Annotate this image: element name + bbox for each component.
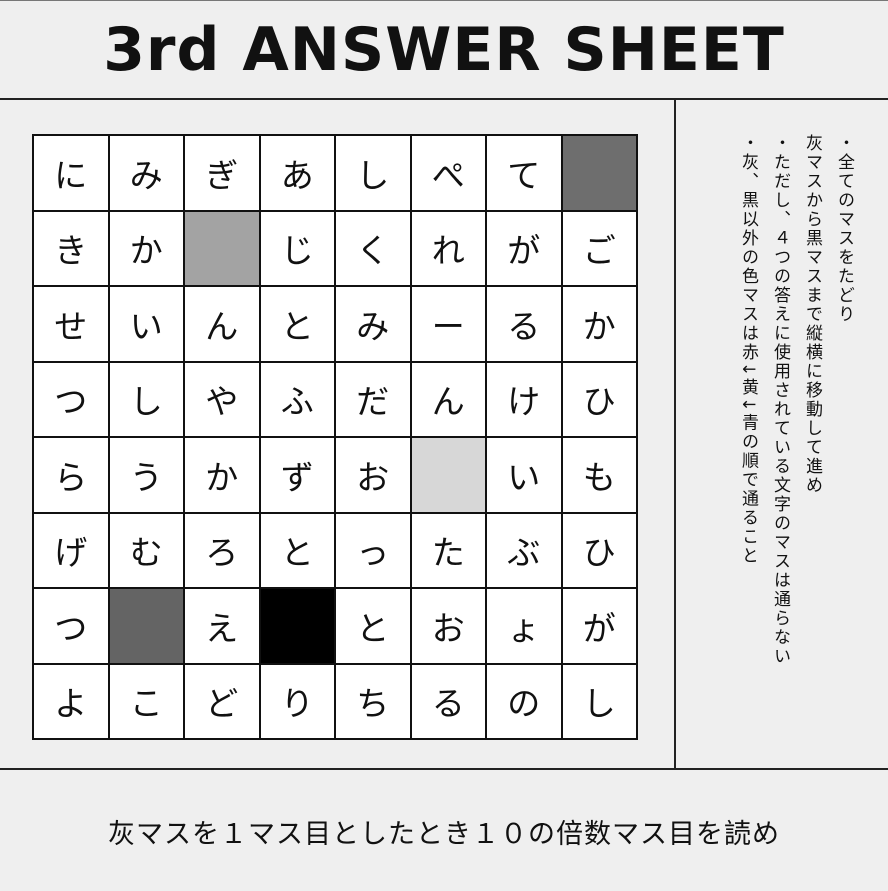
grid-cell[interactable]: や [185, 362, 261, 438]
grid-cell-colored[interactable] [109, 589, 185, 665]
grid-cell[interactable]: ち [336, 664, 412, 740]
grid-cell-colored[interactable] [260, 589, 336, 665]
grid-cell[interactable]: ず [260, 438, 336, 514]
header: 3rd ANSWER SHEET [0, 1, 888, 100]
grid-cell[interactable]: あ [260, 136, 336, 212]
grid-cell[interactable]: に [34, 136, 110, 212]
grid-cell[interactable]: き [34, 211, 110, 287]
rule-line-3: ・ただし、４つの答えに使用されている文字のマスは通らない [770, 134, 790, 666]
grid-cell[interactable]: か [185, 438, 261, 514]
grid-cell[interactable]: え [185, 589, 261, 665]
grid-cell[interactable]: ょ [487, 589, 563, 665]
grid-cell[interactable]: も [562, 438, 638, 514]
grid-cell[interactable]: か [562, 287, 638, 363]
vertical-divider [674, 100, 676, 770]
grid-cell[interactable]: よ [34, 664, 110, 740]
grid-cell[interactable]: い [109, 287, 185, 363]
grid-cell[interactable]: ぺ [411, 136, 487, 212]
grid-cell[interactable]: ひ [562, 513, 638, 589]
grid-cell[interactable]: ら [34, 438, 110, 514]
grid-cell[interactable]: っ [336, 513, 412, 589]
rule-line-4: ・灰、黒以外の色マスは赤↓黄↓青の順で通ること [738, 134, 758, 566]
grid-cell-colored[interactable] [185, 211, 261, 287]
grid-cell[interactable]: ー [411, 287, 487, 363]
grid-cell[interactable]: が [562, 589, 638, 665]
grid-cell[interactable]: が [487, 211, 563, 287]
grid-cell[interactable]: じ [260, 211, 336, 287]
grid-cell[interactable]: み [336, 287, 412, 363]
puzzle-grid: にみぎあしぺてきかじくれがごせいんとみーるかつしやふだんけひらうかずおいもげむろ… [32, 134, 638, 740]
grid-cell-colored[interactable] [411, 438, 487, 514]
grid-cell[interactable]: し [336, 136, 412, 212]
grid-cell[interactable]: し [109, 362, 185, 438]
instruction-text: 灰マスを１マス目としたとき１０の倍数マス目を読め [108, 819, 780, 850]
grid-cell[interactable]: ろ [185, 513, 261, 589]
grid-cell[interactable]: く [336, 211, 412, 287]
grid-cell[interactable]: る [411, 664, 487, 740]
grid-cell[interactable]: い [487, 438, 563, 514]
grid-cell[interactable]: し [562, 664, 638, 740]
main-area: にみぎあしぺてきかじくれがごせいんとみーるかつしやふだんけひらうかずおいもげむろ… [0, 100, 888, 770]
grid-cell[interactable]: つ [34, 589, 110, 665]
grid-cell[interactable]: の [487, 664, 563, 740]
grid-cell[interactable]: り [260, 664, 336, 740]
grid-cell[interactable]: け [487, 362, 563, 438]
grid-cell[interactable]: か [109, 211, 185, 287]
grid-cell[interactable]: た [411, 513, 487, 589]
rule-line-1: ・全てのマスをたどり [834, 134, 854, 324]
page-title: 3rd ANSWER SHEET [103, 14, 785, 85]
grid-cell[interactable]: て [487, 136, 563, 212]
grid-cell[interactable]: と [336, 589, 412, 665]
grid-cell[interactable]: げ [34, 513, 110, 589]
grid-cell[interactable]: ご [562, 211, 638, 287]
grid-cell[interactable]: こ [109, 664, 185, 740]
grid-cell[interactable]: ん [185, 287, 261, 363]
grid-cell[interactable]: と [260, 513, 336, 589]
grid-cell[interactable]: と [260, 287, 336, 363]
rule-line-2: 灰マスから黒マスまで縦横に移動して進め [802, 134, 822, 495]
grid-cell[interactable]: つ [34, 362, 110, 438]
grid-cell[interactable]: ひ [562, 362, 638, 438]
grid-cell[interactable]: ん [411, 362, 487, 438]
grid-cell[interactable]: る [487, 287, 563, 363]
grid-cell[interactable]: み [109, 136, 185, 212]
grid-cell[interactable]: ど [185, 664, 261, 740]
grid-cell[interactable]: ぶ [487, 513, 563, 589]
grid-cell-colored[interactable] [562, 136, 638, 212]
grid-cell[interactable]: ふ [260, 362, 336, 438]
grid-cell[interactable]: ぎ [185, 136, 261, 212]
rules-notes: ・全てのマスをたどり 灰マスから黒マスまで縦横に移動して進め ・ただし、４つの答… [700, 134, 860, 754]
grid-cell[interactable]: せ [34, 287, 110, 363]
grid-cell[interactable]: だ [336, 362, 412, 438]
grid-cell[interactable]: お [411, 589, 487, 665]
grid-cell[interactable]: う [109, 438, 185, 514]
grid-cell[interactable]: む [109, 513, 185, 589]
footer: 灰マスを１マス目としたとき１０の倍数マス目を読め [0, 772, 888, 891]
grid-cell[interactable]: お [336, 438, 412, 514]
grid-cell[interactable]: れ [411, 211, 487, 287]
